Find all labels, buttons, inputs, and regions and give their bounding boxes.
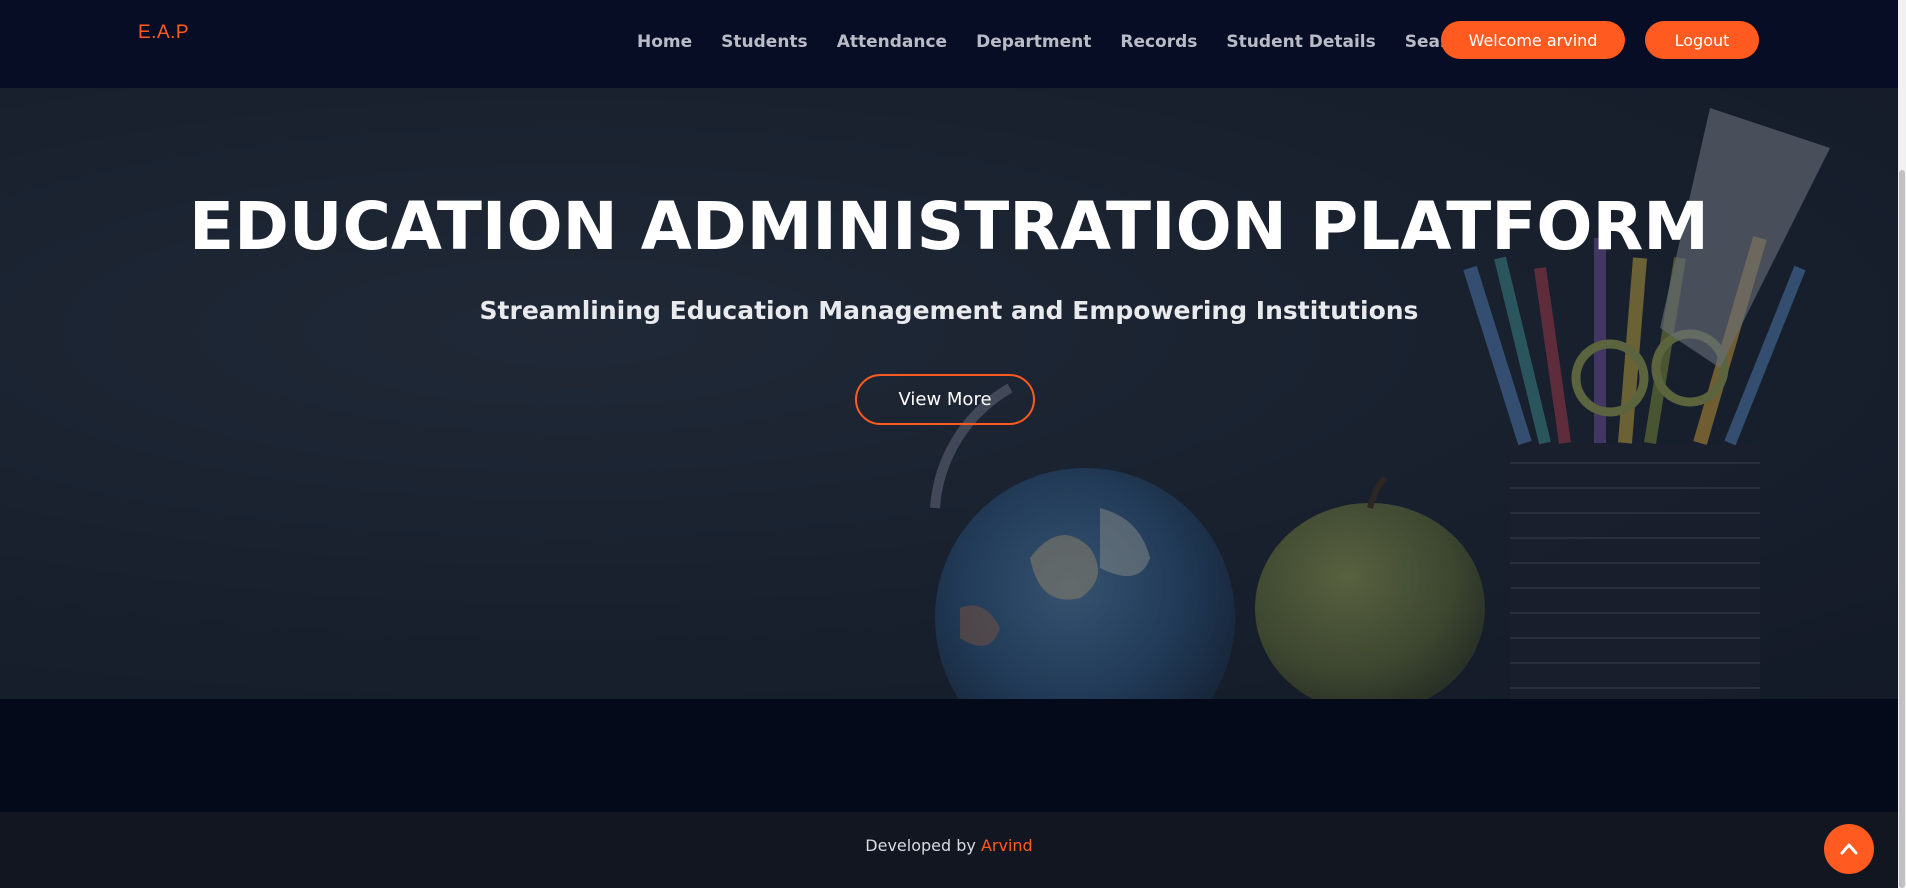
footer-author-link[interactable]: Arvind bbox=[981, 836, 1033, 855]
hero-title: EDUCATION ADMINISTRATION PLATFORM bbox=[189, 188, 1709, 265]
welcome-user-button[interactable]: Welcome arvind bbox=[1441, 21, 1625, 59]
footer: Developed by Arvind bbox=[0, 812, 1898, 888]
scroll-to-top-button[interactable] bbox=[1824, 824, 1874, 874]
main-nav: Home Students Attendance Department Reco… bbox=[637, 20, 1500, 64]
content-band bbox=[0, 699, 1898, 812]
scrollbar-thumb[interactable] bbox=[1899, 170, 1905, 888]
nav-department[interactable]: Department bbox=[976, 32, 1091, 52]
nav-students[interactable]: Students bbox=[721, 32, 808, 52]
view-more-button[interactable]: View More bbox=[855, 374, 1035, 425]
footer-credit: Developed by Arvind bbox=[0, 836, 1898, 855]
chevron-up-icon bbox=[1840, 843, 1858, 855]
nav-home[interactable]: Home bbox=[637, 32, 692, 52]
page-scrollbar[interactable] bbox=[1898, 0, 1906, 888]
brand-logo[interactable]: E.A.P bbox=[138, 22, 189, 44]
logout-button[interactable]: Logout bbox=[1645, 21, 1759, 59]
nav-records[interactable]: Records bbox=[1120, 32, 1197, 52]
hero-banner: EDUCATION ADMINISTRATION PLATFORM Stream… bbox=[0, 88, 1898, 699]
footer-prefix: Developed by bbox=[865, 836, 981, 855]
nav-attendance[interactable]: Attendance bbox=[837, 32, 947, 52]
nav-student-details[interactable]: Student Details bbox=[1226, 32, 1375, 52]
top-navbar: E.A.P Home Students Attendance Departmen… bbox=[0, 0, 1898, 88]
hero-subtitle: Streamlining Education Management and Em… bbox=[479, 296, 1419, 325]
